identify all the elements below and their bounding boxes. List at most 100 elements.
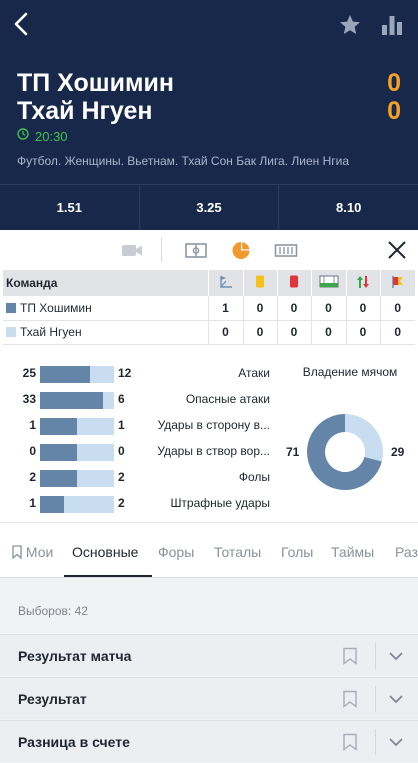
stat-value-home: 2: [29, 470, 36, 484]
stat-bar: [40, 366, 114, 383]
events-value: 0: [310, 296, 346, 321]
stat-value-home: 1: [29, 418, 36, 432]
stats-panel: Команда ТП Хошимин 1 0 0 0 0 0 Тхай Нгуе…: [0, 230, 418, 522]
market-tabs: Мои Основные Форы Тоталы Голы Таймы Раз: [0, 522, 418, 578]
away-score: 0: [387, 97, 401, 125]
panel-icon-bar: [0, 230, 418, 270]
events-row-home: ТП Хошимин 1 0 0 0 0 0: [3, 296, 415, 321]
active-tab-indicator: [64, 575, 152, 577]
events-row-away: Тхай Нгуен 0 0 0 0 0 0: [3, 320, 415, 345]
tab-main[interactable]: Основные: [72, 523, 138, 577]
away-color-chip: [6, 327, 16, 337]
tab-goals[interactable]: Голы: [281, 523, 313, 577]
stat-value-home: 33: [22, 392, 36, 406]
corner-icon: [207, 270, 243, 296]
scores: 0 0: [387, 69, 401, 125]
field-icon[interactable]: [184, 238, 208, 262]
bookmark-icon[interactable]: [342, 733, 358, 751]
stat-label: Опасные атаки: [185, 392, 270, 406]
stat-label: Удары в створ вор...: [157, 444, 270, 458]
market-row[interactable]: Результат: [0, 677, 418, 719]
chevron-down-icon[interactable]: [388, 735, 404, 749]
chevron-down-icon[interactable]: [388, 649, 404, 663]
stat-bar: [40, 392, 114, 409]
stat-bar-fill: [40, 392, 103, 409]
team-column-header: Команда: [3, 270, 208, 296]
stat-bar: [40, 444, 114, 461]
stat-bar-fill: [40, 470, 77, 487]
stat-bar-fill: [40, 444, 77, 461]
back-icon[interactable]: [10, 10, 34, 40]
tab-totals[interactable]: Тоталы: [214, 523, 261, 577]
events-value: 0: [379, 320, 415, 345]
favorite-star-icon[interactable]: [338, 13, 362, 37]
clock-icon: [17, 127, 29, 145]
substitution-icon: [345, 270, 380, 296]
stat-row-fouls: 2 2 Фолы: [0, 467, 300, 487]
home-color-chip: [6, 302, 16, 313]
stat-value-home: 25: [22, 366, 36, 380]
top-bar: [0, 0, 418, 52]
video-icon[interactable]: [120, 238, 144, 262]
events-value: 0: [310, 320, 346, 345]
market-title: Результат: [18, 691, 87, 707]
stat-label: Удары в сторону в...: [157, 418, 270, 432]
stat-value-away: 0: [118, 444, 125, 458]
stat-bar: [40, 496, 114, 513]
odd-away-win[interactable]: 8.10: [279, 185, 418, 230]
events-value: 0: [276, 320, 311, 345]
market-row[interactable]: Разница в счете: [0, 720, 418, 762]
stat-label: Фолы: [238, 470, 270, 484]
stat-row-dangerous-attacks: 33 6 Опасные атаки: [0, 389, 300, 409]
possession-title: Владение мячом: [302, 365, 398, 379]
close-icon[interactable]: [386, 239, 408, 261]
red-card-icon: [276, 270, 311, 296]
events-value: 0: [242, 320, 277, 345]
events-value: 0: [207, 320, 243, 345]
market-divider: [375, 643, 376, 669]
bookmark-icon: [12, 545, 22, 560]
events-value: 0: [379, 296, 415, 321]
match-time: 20:30: [17, 128, 68, 144]
stat-value-away: 2: [118, 470, 125, 484]
stat-row-shots-off-target: 1 1 Удары в сторону в...: [0, 415, 300, 435]
offside-icon: [379, 270, 415, 296]
icon-divider: [161, 238, 162, 262]
market-row[interactable]: Результат матча: [0, 634, 418, 676]
stat-value-away: 6: [118, 392, 125, 406]
odd-home-win[interactable]: 1.51: [0, 185, 140, 230]
events-team-cell: ТП Хошимин: [3, 296, 208, 321]
penalty-icon: [310, 270, 346, 296]
events-team-cell: Тхай Нгуен: [3, 320, 208, 345]
events-team-name: ТП Хошимин: [20, 300, 92, 315]
stat-value-away: 2: [118, 496, 125, 510]
pie-chart-icon[interactable]: [229, 238, 253, 262]
events-team-name: Тхай Нгуен: [20, 325, 82, 339]
tab-my[interactable]: Мои: [12, 523, 54, 577]
events-value: 0: [276, 296, 311, 321]
odd-draw[interactable]: 3.25: [140, 185, 280, 230]
stat-bar: [40, 418, 114, 435]
stat-value-away: 1: [118, 418, 125, 432]
odds-row: 1.51 3.25 8.10: [0, 184, 418, 230]
match-header: ТП Хошимин Тхай Нгуен 0 0 20:30 Футбол. …: [0, 0, 418, 230]
stat-value-home: 1: [29, 496, 36, 510]
tab-halves[interactable]: Таймы: [331, 523, 374, 577]
stat-value-away: 12: [118, 366, 132, 380]
lineup-icon[interactable]: [274, 238, 298, 262]
stat-row-shots-on-target: 0 0 Удары в створ вор...: [0, 441, 300, 461]
events-value: 0: [345, 320, 380, 345]
market-title: Результат матча: [18, 648, 132, 664]
stat-bar-fill: [40, 496, 65, 513]
stat-label: Атаки: [238, 366, 270, 380]
tab-handicaps[interactable]: Форы: [158, 523, 194, 577]
possession-donut: [307, 414, 383, 490]
tab-more[interactable]: Раз: [395, 523, 418, 577]
chevron-down-icon[interactable]: [388, 692, 404, 706]
statistics-icon[interactable]: [380, 13, 404, 37]
events-value: 0: [345, 296, 380, 321]
stat-label: Штрафные удары: [170, 496, 270, 510]
bookmark-icon[interactable]: [342, 647, 358, 665]
bookmark-icon[interactable]: [342, 690, 358, 708]
tab-label: Мои: [25, 544, 54, 560]
